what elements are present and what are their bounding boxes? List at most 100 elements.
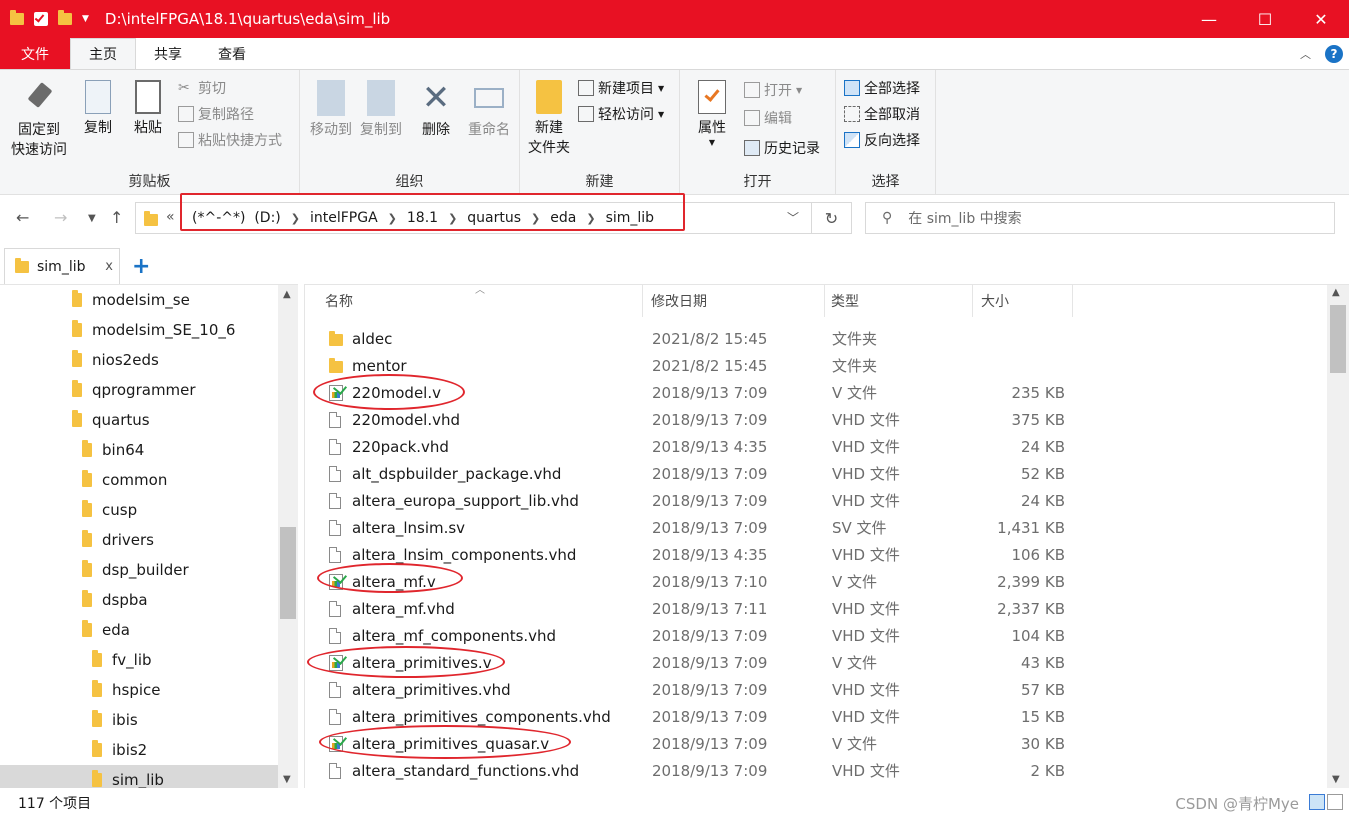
copy-to-icon — [367, 80, 395, 116]
paste-button[interactable]: 粘贴 — [128, 80, 168, 138]
back-arrow-icon[interactable]: ← — [16, 208, 29, 227]
close-tab-icon[interactable]: x — [105, 259, 113, 274]
tree-item[interactable]: fv_lib — [0, 645, 278, 675]
scroll-down-icon[interactable]: ▼ — [283, 774, 291, 785]
chevron-down-icon: ▼ — [658, 109, 665, 119]
maximize-button[interactable]: ☐ — [1237, 0, 1293, 38]
select-all-button[interactable]: 全部选择 — [844, 78, 920, 98]
file-row[interactable]: alt_dspbuilder_package.vhd 2018/9/13 7:09… — [305, 460, 1325, 487]
file-icon — [329, 493, 341, 509]
file-size: 52 KB — [1021, 464, 1065, 483]
new-folder-button[interactable]: 新建 文件夹 — [526, 80, 572, 158]
minimize-button[interactable]: — — [1181, 0, 1237, 38]
tree-item[interactable]: eda — [0, 615, 278, 645]
file-type: V 文件 — [832, 384, 878, 402]
copy-button[interactable]: 复制 — [78, 80, 118, 138]
tree-item[interactable]: modelsim_se — [0, 285, 278, 315]
up-arrow-icon[interactable]: ↑ — [110, 208, 123, 227]
tree-item[interactable]: modelsim_SE_10_6 — [0, 315, 278, 345]
tree-item[interactable]: nios2eds — [0, 345, 278, 375]
file-row[interactable]: altera_lnsim_components.vhd 2018/9/13 4:3… — [305, 541, 1325, 568]
file-row[interactable]: altera_mf_components.vhd 2018/9/13 7:09 VH… — [305, 622, 1325, 649]
file-row[interactable]: 220pack.vhd 2018/9/13 4:35 VHD 文件 24 KB — [305, 433, 1325, 460]
refresh-button[interactable]: ↻ — [812, 202, 852, 234]
folder-icon — [82, 440, 92, 457]
open-button[interactable]: 打开 ▼ — [744, 80, 802, 100]
column-name-header[interactable]: 名称 ︿ — [305, 285, 643, 317]
file-row[interactable]: altera_europa_support_lib.vhd 2018/9/13 7… — [305, 487, 1325, 514]
delete-button[interactable]: ✕ 删除 — [416, 80, 456, 140]
tree-item[interactable]: cusp — [0, 495, 278, 525]
details-view-icon[interactable] — [1309, 794, 1325, 810]
pin-quick-access-button[interactable]: 固定到 快速访问 — [8, 80, 70, 160]
file-type: 文件夹 — [832, 330, 878, 348]
search-box[interactable]: ⚲ 在 sim_lib 中搜索 — [865, 202, 1335, 234]
column-size-header[interactable]: 大小 — [973, 285, 1073, 317]
address-dropdown-icon[interactable]: ﹀ — [787, 209, 799, 226]
recent-chevron-icon[interactable]: ▼ — [88, 213, 96, 224]
edit-button[interactable]: 编辑 — [744, 108, 792, 128]
new-folder-icon[interactable] — [58, 10, 72, 25]
tab-sim-lib[interactable]: sim_lib x — [4, 248, 120, 284]
rename-button[interactable]: 重命名 — [464, 80, 514, 140]
select-none-button[interactable]: 全部取消 — [844, 104, 920, 124]
properties-button[interactable]: 属性 ▼ — [692, 80, 732, 148]
help-icon[interactable]: ? — [1325, 44, 1343, 63]
large-icons-view-icon[interactable] — [1327, 794, 1343, 810]
new-item-button[interactable]: 新建项目 ▼ — [578, 78, 664, 98]
column-type-header[interactable]: 类型 — [825, 285, 973, 317]
new-tab-icon[interactable]: + — [132, 254, 150, 279]
tree-item[interactable]: qprogrammer — [0, 375, 278, 405]
tree-item[interactable]: dspba — [0, 585, 278, 615]
tab-view[interactable]: 查看 — [200, 38, 264, 69]
scrollbar-thumb[interactable] — [280, 527, 296, 619]
file-row[interactable]: altera_lnsim.sv 2018/9/13 7:09 SV 文件 1,431 … — [305, 514, 1325, 541]
tree-item[interactable]: bin64 — [0, 435, 278, 465]
file-row[interactable]: altera_primitives.vhd 2018/9/13 7:09 VHD 文… — [305, 676, 1325, 703]
scroll-up-icon[interactable]: ▲ — [283, 289, 291, 300]
file-row[interactable]: altera_standard_functions.vhd 2018/9/13 7… — [305, 757, 1325, 784]
easy-access-button[interactable]: 轻松访问 ▼ — [578, 104, 664, 124]
paste-shortcut-button[interactable]: 粘贴快捷方式 — [178, 130, 282, 150]
tree-item[interactable]: drivers — [0, 525, 278, 555]
history-button[interactable]: 历史记录 — [744, 138, 820, 158]
tab-share[interactable]: 共享 — [136, 38, 200, 69]
folder-icon — [72, 320, 82, 337]
edit-icon — [744, 110, 760, 126]
scrollbar-thumb[interactable] — [1330, 305, 1346, 373]
file-row[interactable]: altera_mf.vhd 2018/9/13 7:11 VHD 文件 2,337 K… — [305, 595, 1325, 622]
tree-scrollbar[interactable]: ▲ ▼ — [278, 285, 298, 788]
file-row[interactable]: aldec 2021/8/2 15:45 文件夹 — [305, 325, 1325, 352]
file-row[interactable]: mentor 2021/8/2 15:45 文件夹 — [305, 352, 1325, 379]
file-type: VHD 文件 — [832, 465, 900, 483]
copy-path-button[interactable]: 复制路径 — [178, 104, 254, 124]
tree-item[interactable]: quartus — [0, 405, 278, 435]
tab-home[interactable]: 主页 — [70, 38, 136, 69]
tree-item[interactable]: ibis — [0, 705, 278, 735]
file-date: 2018/9/13 7:09 — [652, 518, 768, 537]
cut-button[interactable]: ✂ 剪切 — [178, 78, 226, 98]
copy-to-button[interactable]: 复制到 — [356, 80, 406, 140]
overflow-crumb[interactable]: « — [166, 209, 175, 225]
file-row[interactable]: 220model.vhd 2018/9/13 7:09 VHD 文件 375 KB — [305, 406, 1325, 433]
properties-check-icon[interactable] — [34, 12, 48, 26]
tree-item[interactable]: dsp_builder — [0, 555, 278, 585]
close-button[interactable]: ✕ — [1293, 0, 1349, 38]
move-to-button[interactable]: 移动到 — [306, 80, 356, 140]
chevron-down-icon[interactable]: ▼ — [82, 14, 89, 24]
vertical-scrollbar[interactable]: ▲ ▼ — [1327, 285, 1349, 788]
forward-arrow-icon[interactable]: → — [54, 208, 67, 227]
chevron-up-icon[interactable]: ︿ — [1300, 46, 1311, 62]
file-type: SV 文件 — [832, 519, 887, 537]
scroll-down-icon[interactable]: ▼ — [1332, 774, 1340, 785]
tree-item[interactable]: sim_lib — [0, 765, 278, 788]
history-icon — [744, 140, 760, 156]
scroll-up-icon[interactable]: ▲ — [1332, 287, 1340, 298]
column-date-header[interactable]: 修改日期 — [643, 285, 825, 317]
tree-item[interactable]: hspice — [0, 675, 278, 705]
tree-item[interactable]: common — [0, 465, 278, 495]
file-icon — [329, 466, 341, 482]
tab-file[interactable]: 文件 — [0, 38, 70, 69]
invert-selection-button[interactable]: 反向选择 — [844, 130, 920, 150]
tree-item[interactable]: ibis2 — [0, 735, 278, 765]
